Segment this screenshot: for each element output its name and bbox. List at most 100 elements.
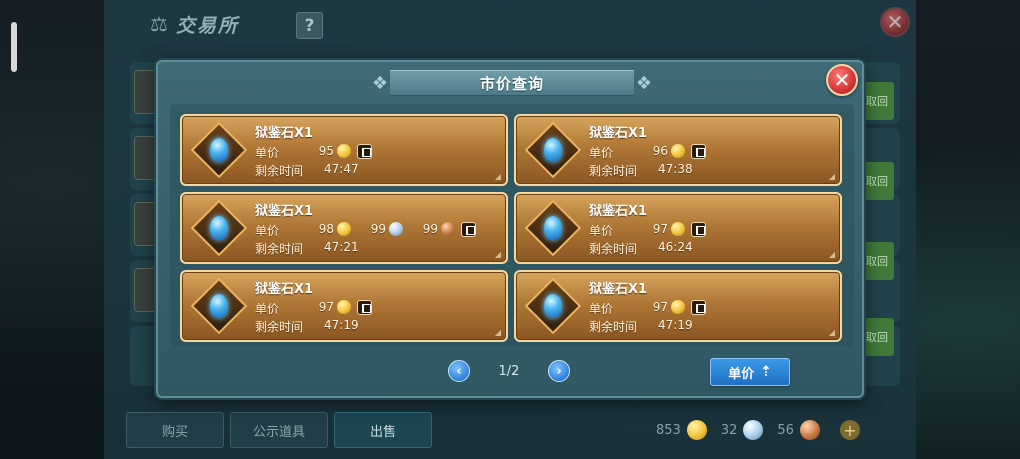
tab-buy[interactable]: 购买: [126, 412, 224, 448]
close-icon: ✕: [886, 10, 904, 34]
dialog-header: ❖ 市价查询 ❖: [368, 68, 656, 98]
price-value: 99: [422, 222, 438, 236]
retrieve-button[interactable]: 取回: [860, 162, 894, 200]
unit-price: 95: [302, 142, 372, 160]
unit-price: 97: [302, 298, 372, 316]
gold-coin-icon: [337, 144, 351, 158]
silver-coin-icon: [389, 222, 403, 236]
prev-page-button[interactable]: ‹: [448, 360, 470, 382]
side-drawer-handle[interactable]: [11, 22, 17, 72]
remaining-time-label: 剩余时间: [589, 242, 638, 256]
exchange-close-button[interactable]: ✕: [880, 7, 910, 37]
market-price-dialog: ❖ 市价查询 ❖ ✕ 狱鉴石X1 单价 95 剩余时间 47:47 ◢ 狱鉴石X1 单价 96 剩…: [156, 60, 864, 398]
currency-bar: 853 32 56 +: [656, 420, 860, 440]
ornament-icon: ❖: [371, 72, 389, 94]
corner-mark-icon: ◢: [828, 172, 835, 181]
item-name: 狱鉴石X1: [255, 126, 314, 141]
tab-public-items[interactable]: 公示道具: [230, 412, 328, 448]
item-name: 狱鉴石X1: [255, 282, 314, 297]
retrieve-button[interactable]: 取回: [860, 318, 894, 356]
remaining-time: 47:19: [324, 318, 359, 332]
listing-card[interactable]: 狱鉴石X1 单价 95 剩余时间 47:47 ◢: [180, 114, 508, 186]
remaining-time-label: 剩余时间: [255, 320, 304, 334]
price-value: 97: [652, 222, 668, 236]
gold-coin-icon: [671, 144, 685, 158]
ornament-icon: ❖: [635, 72, 653, 94]
details-icon[interactable]: [691, 143, 706, 159]
details-icon[interactable]: [357, 299, 372, 315]
details-icon[interactable]: [691, 221, 706, 237]
dialog-title: 市价查询: [479, 74, 544, 93]
corner-mark-icon: ◢: [828, 250, 835, 259]
item-name: 狱鉴石X1: [589, 126, 648, 141]
unit-price-label: 单价: [589, 146, 614, 160]
gem-item-icon: [190, 199, 248, 257]
gold-coin-icon: [337, 300, 351, 314]
listing-card[interactable]: 狱鉴石X1 单价 97 剩余时间 47:19 ◢: [514, 270, 842, 342]
retrieve-button[interactable]: 取回: [860, 242, 894, 280]
corner-mark-icon: ◢: [494, 172, 501, 181]
help-button[interactable]: ?: [296, 12, 323, 39]
details-icon[interactable]: [461, 221, 476, 237]
gem-item-icon: [524, 199, 582, 257]
listing-card[interactable]: 狱鉴石X1 单价 96 剩余时间 47:38 ◢: [514, 114, 842, 186]
tab-sell[interactable]: 出售: [334, 412, 432, 448]
add-currency-button[interactable]: +: [839, 420, 860, 440]
listing-card[interactable]: 狱鉴石X1 单价 97 剩余时间 47:19 ◢: [180, 270, 508, 342]
page-indicator: 1/2: [498, 363, 520, 379]
unit-price-label: 单价: [255, 224, 280, 238]
gold-coin-icon: [671, 222, 685, 236]
copper-coin-icon: [441, 222, 455, 236]
price-value: 95: [318, 144, 334, 158]
exchange-title-bar: ⚖ 交易所: [150, 8, 239, 40]
remaining-time-label: 剩余时间: [255, 242, 304, 256]
price-value: 96: [652, 144, 668, 158]
unit-price-label: 单价: [589, 302, 614, 316]
item-name: 狱鉴石X1: [589, 204, 648, 219]
listing-card[interactable]: 狱鉴石X1 单价 98 99 99 剩余时间 47:21 ◢: [180, 192, 508, 264]
gem-item-icon: [190, 277, 248, 335]
sort-by-unit-price-button[interactable]: 单价 ⇡: [710, 358, 790, 386]
corner-mark-icon: ◢: [494, 328, 501, 337]
item-name: 狱鉴石X1: [589, 282, 648, 297]
price-value: 98: [318, 222, 334, 236]
pagination: ‹ 1/2 ›: [448, 360, 570, 382]
dialog-close-button[interactable]: ✕: [826, 64, 858, 96]
gem-item-icon: [190, 121, 248, 179]
gold-amount: 853: [656, 422, 681, 438]
item-name: 狱鉴石X1: [255, 204, 314, 219]
remaining-time: 47:38: [658, 162, 693, 176]
remaining-time-label: 剩余时间: [589, 320, 638, 334]
remaining-time: 47:47: [324, 162, 359, 176]
remaining-time: 46:24: [658, 240, 693, 254]
exchange-tabs: 购买 公示道具 出售: [126, 412, 432, 448]
next-page-button[interactable]: ›: [548, 360, 570, 382]
price-value: 97: [652, 300, 668, 314]
scale-icon: ⚖: [150, 12, 168, 36]
close-icon: ✕: [833, 68, 851, 92]
listing-card[interactable]: 狱鉴石X1 单价 97 剩余时间 46:24 ◢: [514, 192, 842, 264]
copper-amount: 56: [777, 422, 794, 438]
unit-price: 96: [636, 142, 706, 160]
remaining-time-label: 剩余时间: [589, 164, 638, 178]
price-value: 99: [370, 222, 386, 236]
silver-coin-icon: [743, 420, 764, 440]
details-icon[interactable]: [691, 299, 706, 315]
retrieve-button[interactable]: 取回: [860, 82, 894, 120]
sort-button-label: 单价: [728, 366, 755, 382]
unit-price-label: 单价: [589, 224, 614, 238]
sort-up-icon: ⇡: [760, 364, 772, 380]
details-icon[interactable]: [357, 143, 372, 159]
silver-amount: 32: [720, 422, 738, 438]
gold-coin-icon: [671, 300, 685, 314]
unit-price: 97: [636, 298, 706, 316]
corner-mark-icon: ◢: [828, 328, 835, 337]
gold-coin-icon: [686, 420, 707, 440]
gold-coin-icon: [337, 222, 351, 236]
remaining-time-label: 剩余时间: [255, 164, 304, 178]
gem-item-icon: [524, 121, 582, 179]
unit-price: 97: [636, 220, 706, 238]
listing-grid: 狱鉴石X1 单价 95 剩余时间 47:47 ◢ 狱鉴石X1 单价 96 剩余时间 47:38 ◢ 狱鉴…: [170, 104, 854, 346]
remaining-time: 47:19: [658, 318, 693, 332]
gem-item-icon: [524, 277, 582, 335]
